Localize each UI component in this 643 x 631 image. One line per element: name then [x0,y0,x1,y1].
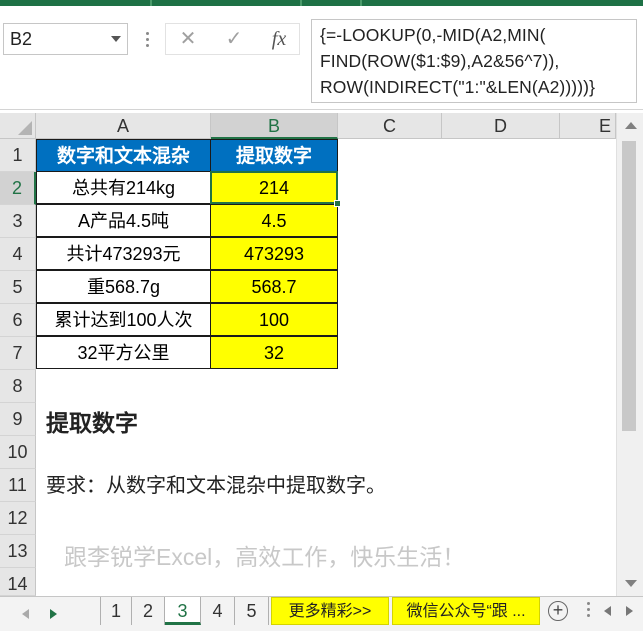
sheet-tab[interactable]: 5 [235,597,269,625]
fill-handle[interactable] [334,200,341,207]
drag-handle-icon[interactable] [587,602,590,620]
scroll-right-icon[interactable] [626,606,633,616]
row-header[interactable]: 5 [0,271,36,304]
select-all-icon [18,121,32,135]
table-cell[interactable]: 100 [210,303,338,336]
formula-line: FIND(ROW($1:$9),A2&56^7)), [320,51,560,71]
table-cell[interactable]: 共计473293元 [36,237,211,270]
table-header-cell[interactable]: 提取数字 [210,139,338,172]
row-header[interactable]: 13 [0,535,36,568]
formula-line: ROW(INDIRECT("1:"&LEN(A2)))))} [320,77,596,97]
section-title[interactable]: 提取数字 [46,404,138,438]
row-header[interactable]: 7 [0,337,36,370]
table-cell[interactable]: 473293 [210,237,338,270]
scroll-left-icon[interactable] [604,606,611,616]
sheet-tab-more[interactable]: 更多精彩>> [271,597,389,625]
column-header-d[interactable]: D [442,113,560,139]
formula-buttons: ✕ ✓ fx [165,23,300,55]
formula-line: {=-LOOKUP(0,-MID(A2,MIN( [320,25,546,45]
prev-sheet-icon[interactable] [22,609,29,619]
sheet-tab[interactable]: 2 [132,597,165,625]
sheet-tab-wechat[interactable]: 微信公众号“跟 ... [392,597,540,625]
table-cell[interactable]: 4.5 [210,204,338,237]
row-header[interactable]: 8 [0,370,36,403]
row-header[interactable]: 9 [0,403,36,436]
vertical-scrollbar[interactable] [616,113,643,596]
scroll-up-icon[interactable] [625,122,637,129]
row-header[interactable]: 12 [0,502,36,535]
table-cell[interactable]: 总共有214kg [36,171,211,204]
column-header-c[interactable]: C [338,113,442,139]
sheet-tab-active[interactable]: 3 [165,597,201,625]
table-cell[interactable]: 重568.7g [36,270,211,303]
sheet-tab[interactable]: 1 [100,597,132,625]
row-header[interactable]: 4 [0,238,36,271]
requirement-text[interactable]: 要求：从数字和文本混杂中提取数字。 [46,469,386,498]
row-header[interactable]: 10 [0,436,36,469]
enter-icon[interactable]: ✓ [216,24,252,54]
next-sheet-icon[interactable] [50,609,57,619]
insert-function-icon[interactable]: fx [261,24,297,54]
table-cell[interactable]: 32 [210,336,338,369]
column-header-a[interactable]: A [36,113,211,139]
add-sheet-icon[interactable]: + [548,601,568,621]
sheet-tab[interactable]: 4 [201,597,235,625]
row-header[interactable]: 14 [0,568,36,596]
drag-handle-icon[interactable] [146,32,150,48]
row-header[interactable]: 1 [0,139,36,172]
column-header-e[interactable]: E [560,113,616,139]
table-cell[interactable]: 568.7 [210,270,338,303]
sheet-tab-bar: 1 2 3 4 5 更多精彩>> 微信公众号“跟 ... + [0,596,643,631]
table-cell[interactable]: A产品4.5吨 [36,204,211,237]
scroll-thumb[interactable] [622,141,636,431]
chevron-down-icon[interactable] [111,36,121,42]
name-box-value: B2 [10,29,33,49]
table-cell[interactable]: 32平方公里 [36,336,211,369]
cancel-icon[interactable]: ✕ [170,24,206,54]
column-header-b[interactable]: B [211,113,338,139]
table-cell[interactable]: 累计达到100人次 [36,303,211,336]
row-header[interactable]: 2 [0,172,36,205]
name-box[interactable]: B2 [3,23,128,55]
row-header[interactable]: 6 [0,304,36,337]
table-header-cell[interactable]: 数字和文本混杂 [36,139,211,172]
formula-bar-area: B2 ✕ ✓ fx {=-LOOKUP(0,-MID(A2,MIN( FIND(… [0,6,643,110]
scroll-down-icon[interactable] [625,580,637,587]
row-header[interactable]: 3 [0,205,36,238]
watermark-text: 跟李锐学Excel，高效工作，快乐生活！ [64,544,466,570]
formula-input[interactable]: {=-LOOKUP(0,-MID(A2,MIN( FIND(ROW($1:$9)… [311,19,637,103]
select-all-button[interactable] [0,113,36,139]
row-header[interactable]: 11 [0,469,36,502]
active-cell[interactable]: 214 [210,171,338,204]
